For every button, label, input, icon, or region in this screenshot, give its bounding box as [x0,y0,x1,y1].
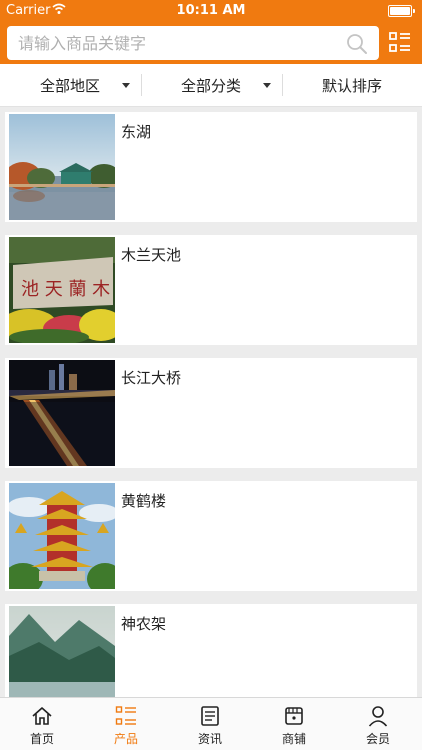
item-title: 长江大桥 [121,369,182,387]
tab-products[interactable]: 产品 [84,698,168,750]
item-title: 黄鹤楼 [121,492,167,510]
member-icon [368,706,388,727]
caret-down-icon [263,83,271,88]
night-bridge-image [9,360,115,466]
filter-bar: 全部地区 全部分类 默认排序 [0,64,422,107]
svg-text:池 天 蘭 木: 池 天 蘭 木 [21,279,110,300]
filter-category-label: 全部分类 [180,76,241,95]
tab-member-label: 会员 [365,732,390,746]
list-item[interactable]: 黄鹤楼 [5,481,417,591]
item-title: 东湖 [121,123,152,141]
list-item[interactable]: 东湖 [5,112,417,222]
category-menu-icon[interactable] [388,31,412,55]
list-item[interactable]: 池 天 蘭 木 木兰天池 [5,235,417,345]
tab-bar: 首页 产品 资讯 商铺 会员 [0,697,422,750]
tab-products-label: 产品 [113,732,138,746]
filter-sort-label: 默认排序 [321,76,382,95]
battery-icon [388,5,415,17]
lake-pavilion-image [9,114,115,220]
shop-icon [285,707,303,725]
tab-shop-label: 商铺 [281,732,306,746]
item-title: 神农架 [121,615,167,633]
header [0,22,422,64]
filter-category[interactable]: 全部分类 [141,64,281,106]
search-icon[interactable] [346,33,368,55]
filter-region[interactable]: 全部地区 [0,64,140,106]
tower-image [9,483,115,589]
tab-news-label: 资讯 [197,732,222,746]
news-icon [201,706,219,726]
item-title: 木兰天池 [121,246,182,264]
tab-member[interactable]: 会员 [336,698,420,750]
tab-home[interactable]: 首页 [0,698,84,750]
home-icon [32,707,52,725]
product-list: 东湖 池 天 蘭 木 木兰天池 长江大桥 黄鹤楼 神农架 [5,112,417,727]
filter-sort[interactable]: 默认排序 [282,64,422,106]
clock: 10:11 AM [176,3,246,18]
tab-shop[interactable]: 商铺 [252,698,336,750]
tab-home-label: 首页 [29,732,54,746]
search-input[interactable] [7,26,379,60]
product-list-icon [115,706,136,725]
caret-down-icon [122,83,130,88]
status-bar: Carrier 10:11 AM [0,0,422,22]
tab-news[interactable]: 资讯 [168,698,252,750]
stone-monument-image: 池 天 蘭 木 [9,237,115,343]
list-item[interactable]: 长江大桥 [5,358,417,468]
filter-region-label: 全部地区 [39,76,100,95]
